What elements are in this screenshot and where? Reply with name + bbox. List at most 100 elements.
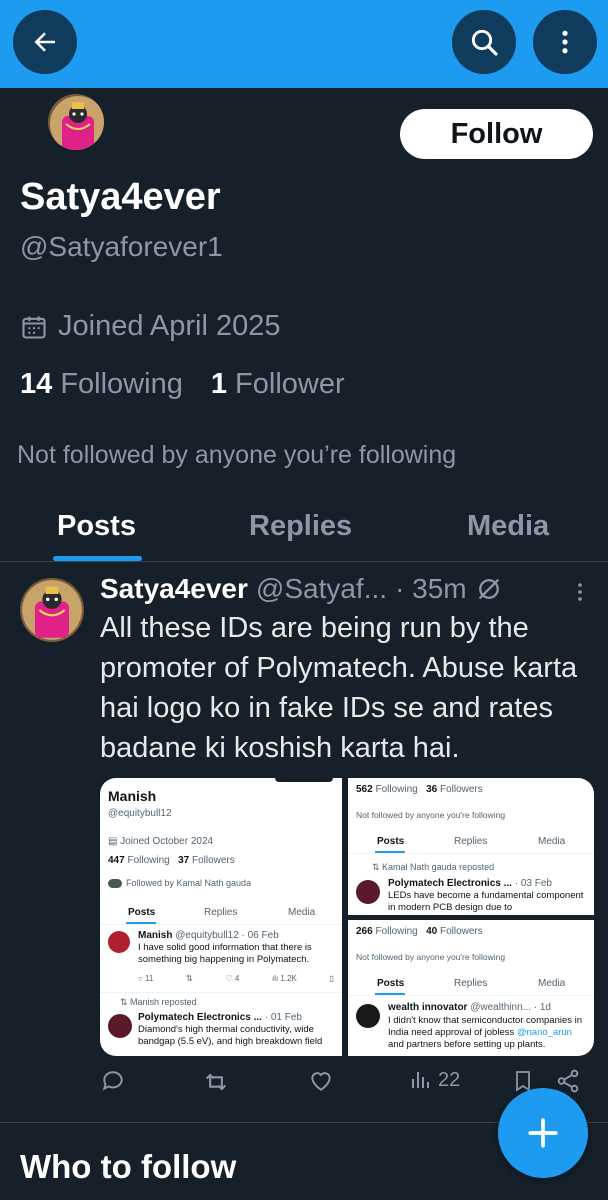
mrb-followers-label: Followers (439, 926, 483, 937)
profile-tabs: Posts Replies Media (0, 500, 608, 562)
following-link[interactable]: 14 Following (20, 368, 183, 401)
views-button[interactable]: 22 (408, 1068, 460, 1092)
ml-joined-text: Joined October 2024 (120, 836, 214, 847)
compose-plus-icon (528, 1118, 558, 1148)
mrt-not-followed: Not followed by anyone you're following (356, 810, 506, 820)
more-options-button[interactable] (533, 10, 597, 74)
post-media[interactable]: Manish @equitybull12 ▤ Joined October 20… (100, 778, 594, 1056)
ml-tab-replies: Replies (204, 907, 238, 918)
mrb-stats: 266 Following 40 Followers (356, 926, 483, 937)
ml-repost-icon: ⇅ (186, 974, 193, 983)
ml-followed-avatar (108, 878, 122, 888)
not-followed-notice: Not followed by anyone you’re following (17, 441, 457, 469)
profile-handle: @Satyaforever1 (20, 231, 223, 262)
ml-following: 447 (108, 855, 125, 866)
back-button[interactable] (13, 10, 77, 74)
tab-replies[interactable]: Replies (249, 510, 352, 543)
ml-joined: ▤ Joined October 2024 (108, 836, 214, 847)
ml-followed-by: Followed by Kamal Nath gauda (108, 878, 251, 888)
mrt-followers: 36 (426, 784, 438, 795)
reply-button[interactable] (100, 1068, 126, 1094)
joined-text: Joined April 2025 (58, 310, 281, 342)
ml-repost-text: Diamond's high thermal conductivity, wid… (138, 1024, 323, 1047)
repost-button[interactable] (202, 1068, 230, 1096)
follow-button[interactable]: Follow (400, 109, 593, 159)
mrt-tab-replies: Replies (454, 836, 488, 847)
mrt-followers-label: Followers (439, 784, 483, 795)
media-screenshot-right-top[interactable]: 562 Following 36 Followers Not followed … (348, 778, 594, 915)
ml-views-count: 1.2K (280, 974, 297, 983)
mrt-tweet-avatar (356, 880, 380, 904)
mrb-following: 266 (356, 926, 373, 937)
post-text: All these IDs are being run by the promo… (100, 612, 578, 764)
mrt-repost-label: Kamal Nath gauda reposted (382, 862, 495, 872)
ml-reply: ○ 11 (138, 974, 154, 983)
repost-icon (205, 1073, 227, 1091)
mrb-tab-posts: Posts (377, 978, 405, 989)
tab-posts[interactable]: Posts (57, 510, 136, 543)
ml-tab-media: Media (288, 907, 316, 918)
media-screenshot-right-bottom[interactable]: 266 Following 40 Followers Not followed … (348, 920, 594, 1056)
post-time: · 35m (395, 573, 467, 604)
active-tab-indicator (53, 556, 142, 561)
ml-tab-indicator (126, 922, 156, 924)
ml-tweet-head: Manish @equitybull12 · 06 Feb (138, 930, 279, 941)
mrb-tweet-avatar (356, 1004, 380, 1028)
views-icon (412, 1072, 429, 1088)
following-count: 14 (20, 368, 53, 400)
mrb-tab-replies: Replies (454, 978, 488, 989)
post-header: Satya4ever @Satyaf... · 35m (100, 573, 503, 605)
ml-handle: @equitybull12 (108, 808, 172, 819)
ml-stats: 447 Following 37 Followers (108, 855, 235, 866)
post-author-name[interactable]: Satya4ever (100, 573, 248, 605)
ml-name: Manish (108, 788, 157, 804)
tab-media[interactable]: Media (467, 510, 549, 543)
mrt-tabs: Posts Replies Media (348, 830, 594, 854)
like-button[interactable] (308, 1068, 334, 1094)
following-label: Following (60, 368, 183, 400)
compose-button[interactable] (498, 1088, 588, 1178)
deity-avatar-image (20, 578, 84, 642)
mrt-tweet-head: Polymatech Electronics ... · 03 Feb (388, 878, 552, 889)
ml-tweet-name: Manish (138, 930, 173, 941)
ml-repost-label: Manish reposted (130, 997, 197, 1007)
mrb-not-followed: Not followed by anyone you're following (356, 952, 506, 962)
media-screenshot-left[interactable]: Manish @equitybull12 ▤ Joined October 20… (100, 778, 342, 1056)
mrt-following-label: Following (375, 784, 418, 795)
profile-banner (0, 0, 608, 88)
ml-repost-name: Polymatech Electronics ... (138, 1012, 262, 1023)
ml-tweet-meta: @equitybull12 · 06 Feb (175, 930, 279, 941)
profile-name: Satya4ever (20, 176, 221, 218)
post-author-handle[interactable]: @Satyaf... (256, 573, 387, 605)
mrb-tab-indicator (375, 993, 405, 995)
ml-tweet-actions: ○ 11 ⇅ ♡ 4 ılı 1.2K ▯ (138, 974, 334, 983)
mrb-tweet-mention: @nano_arun (516, 1027, 572, 1038)
follow-stats: 14 Following 1 Follower (20, 368, 345, 401)
mrb-tweet-text: I didn't know that semiconductor compani… (388, 1015, 588, 1051)
notch (275, 778, 333, 782)
post-avatar[interactable] (20, 578, 84, 642)
followers-link[interactable]: 1 Follower (211, 368, 345, 401)
search-icon (471, 29, 498, 56)
joined-date: Joined April 2025 (20, 310, 281, 343)
mrt-following: 562 (356, 784, 373, 795)
mrt-stats: 562 Following 36 Followers (356, 784, 483, 795)
mrb-tweet-name: wealth innovator (388, 1002, 468, 1013)
back-arrow-icon (34, 32, 55, 52)
search-button[interactable] (452, 10, 516, 74)
followers-label: Follower (235, 368, 345, 400)
post-more-icon[interactable] (568, 580, 592, 604)
who-to-follow-heading: Who to follow (20, 1148, 237, 1185)
like-icon (311, 1072, 331, 1091)
profile-avatar[interactable] (46, 92, 106, 152)
mrt-tab-indicator (375, 851, 405, 853)
mrt-tweet-name: Polymatech Electronics ... (388, 878, 512, 889)
views-count: 22 (438, 1068, 461, 1091)
grok-icon[interactable] (475, 575, 503, 603)
mrt-tweet-text: LEDs have become a fundamental component… (388, 890, 584, 913)
ml-following-label: Following (127, 855, 170, 866)
ml-repost-head: Polymatech Electronics ... · 01 Feb (138, 1012, 302, 1023)
mrb-tweet-meta: @wealthinn... · 1d (470, 1002, 551, 1013)
ml-followers-label: Followers (191, 855, 235, 866)
mrt-tweet-meta: · 03 Feb (514, 878, 552, 889)
